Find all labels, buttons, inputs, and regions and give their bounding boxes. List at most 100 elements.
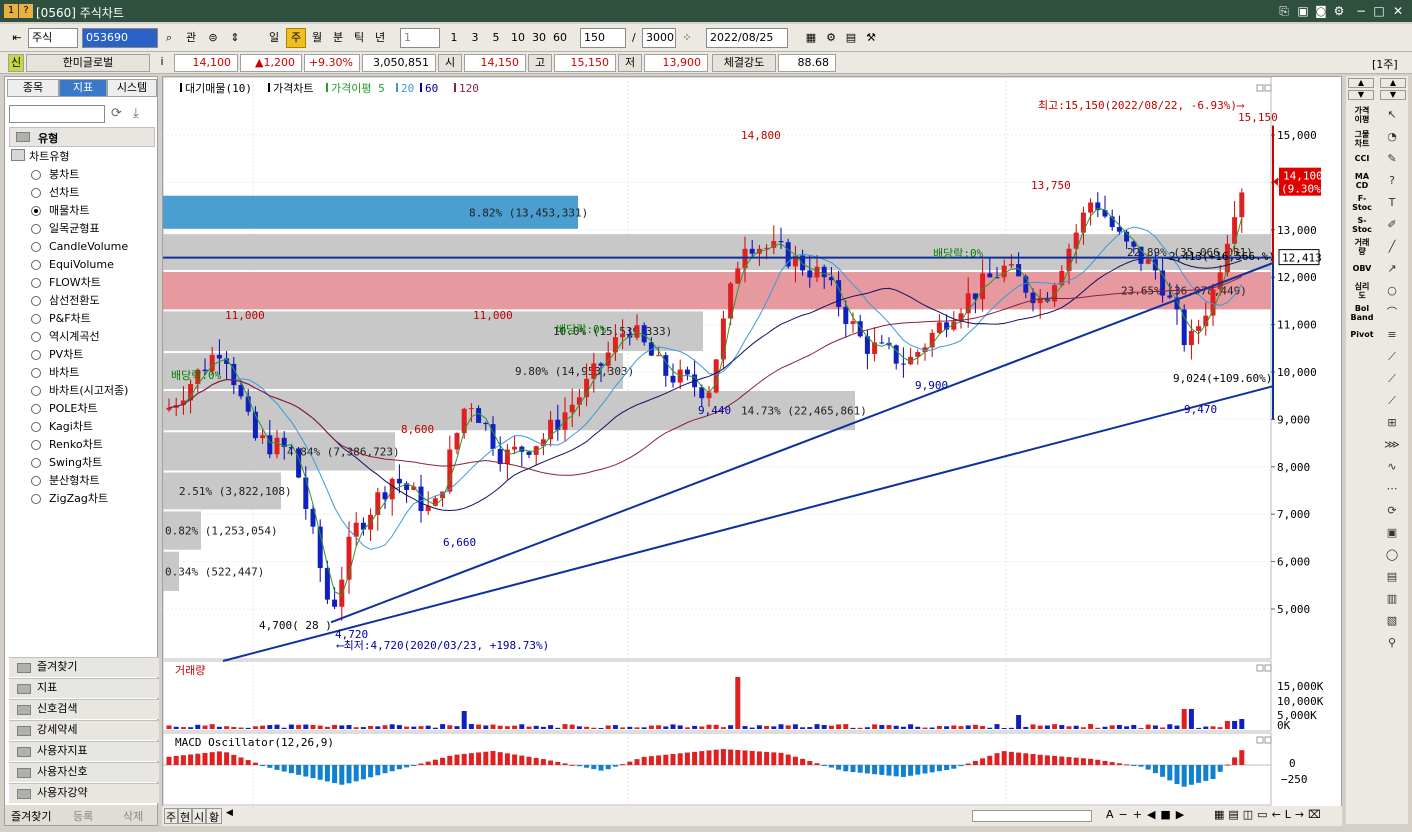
save-icon[interactable]: ▤ xyxy=(842,28,860,48)
refresh-icon[interactable]: ⊜ xyxy=(204,28,222,48)
indicator-button[interactable]: 가격 이평 xyxy=(1350,106,1374,124)
bars-icon[interactable]: ▥ xyxy=(1382,590,1402,608)
radio-icon[interactable] xyxy=(31,332,41,342)
indicator-button[interactable]: 그물 차트 xyxy=(1350,130,1374,148)
period-year[interactable]: 년 xyxy=(370,28,390,48)
group-item[interactable]: 즐겨찾기 xyxy=(9,657,159,677)
download-icon[interactable]: ⤓ xyxy=(133,106,139,121)
text-icon[interactable]: T xyxy=(1382,194,1402,212)
close-icon[interactable]: ✕ xyxy=(1390,3,1406,19)
nav-controls-icon[interactable]: A−+◀■▶ xyxy=(1106,808,1189,821)
indicator-button[interactable]: CCI xyxy=(1350,154,1374,163)
brush-icon[interactable]: ✐ xyxy=(1382,216,1402,234)
period-day[interactable]: 일 xyxy=(264,28,284,48)
radio-icon[interactable] xyxy=(31,242,41,252)
view-controls-icon[interactable]: ▦▤◫▭←L→⌧ xyxy=(1214,808,1325,821)
bottom-tab-3[interactable]: 황 xyxy=(206,808,222,824)
magnet-icon[interactable]: ◔ xyxy=(1382,128,1402,146)
radio-icon[interactable] xyxy=(31,476,41,486)
radio-icon[interactable] xyxy=(31,386,41,396)
tab-stock[interactable]: 종목 xyxy=(7,79,59,97)
tab-favorites[interactable]: 즐겨찾기 xyxy=(11,808,51,824)
period-minute[interactable]: 분 xyxy=(328,28,348,48)
scroll-left-icon[interactable]: ◀ xyxy=(226,808,233,818)
period-tick[interactable]: 틱 xyxy=(349,28,369,48)
indicator-button[interactable]: F- Stoc xyxy=(1350,194,1374,212)
scroll-up-icon[interactable]: ▲ xyxy=(1348,78,1374,88)
radio-icon[interactable] xyxy=(31,314,41,324)
group-item[interactable]: 신호검색 xyxy=(9,699,159,719)
indicator-button[interactable]: OBV xyxy=(1350,264,1374,273)
scroll-up2-icon[interactable]: ▲ xyxy=(1380,78,1406,88)
info-button[interactable]: i xyxy=(154,54,170,72)
date-select[interactable]: 2022/08/25 xyxy=(706,28,788,48)
scroll-down-icon[interactable]: ▼ xyxy=(1348,90,1374,100)
camera-icon[interactable]: ◙ xyxy=(1313,3,1329,19)
reload-icon[interactable]: ⟳ xyxy=(111,106,122,121)
grid-icon[interactable]: ⁘ xyxy=(678,28,696,48)
market-select[interactable]: 주식 xyxy=(28,28,78,48)
help-icon[interactable]: ? xyxy=(1382,172,1402,190)
step-3[interactable]: 3 xyxy=(466,28,484,48)
arc-icon[interactable]: ⌒ xyxy=(1382,304,1402,322)
gear-icon[interactable]: ⚙ xyxy=(1331,3,1347,19)
chart-area[interactable]: 15,00014,00013,00012,00011,00010,0009,00… xyxy=(162,76,1342,824)
tab-system[interactable]: 시스템 xyxy=(107,79,157,97)
scrollbar[interactable] xyxy=(972,810,1092,822)
indicator-button[interactable]: Bol Band xyxy=(1350,304,1374,322)
step-10[interactable]: 10 xyxy=(508,28,528,48)
pencil-icon[interactable]: ✎ xyxy=(1382,150,1402,168)
radio-icon[interactable] xyxy=(31,296,41,306)
hline-icon[interactable]: ≡ xyxy=(1382,326,1402,344)
chart-svg[interactable]: 15,00014,00013,00012,00011,00010,0009,00… xyxy=(162,76,1341,823)
period-month[interactable]: 월 xyxy=(307,28,327,48)
gwan-button[interactable]: 관 xyxy=(182,28,200,48)
pattern-icon[interactable]: ▧ xyxy=(1382,612,1402,630)
radio-icon[interactable] xyxy=(31,278,41,288)
indicator-button[interactable]: 거래 량 xyxy=(1350,238,1374,256)
channel-icon[interactable]: ⟋ xyxy=(1382,370,1402,388)
cycle-icon[interactable]: ⟳ xyxy=(1382,502,1402,520)
bottom-tab-1[interactable]: 현 xyxy=(178,808,192,824)
code-input[interactable]: 053690 xyxy=(82,28,158,48)
grid-icon[interactable]: ⊞ xyxy=(1382,414,1402,432)
circle-icon[interactable]: ○ xyxy=(1382,282,1402,300)
trend-icon[interactable]: ⟋ xyxy=(1382,348,1402,366)
group-item[interactable]: 사용자강약 xyxy=(9,783,159,803)
indicator-button[interactable]: Pivot xyxy=(1350,330,1374,339)
minimize-icon[interactable]: − xyxy=(1353,3,1369,19)
radio-icon[interactable] xyxy=(31,224,41,234)
fan-icon[interactable]: ⟋ xyxy=(1382,392,1402,410)
period-week[interactable]: 주 xyxy=(286,28,306,48)
bottom-tab-0[interactable]: 주 xyxy=(164,808,178,824)
help-icon[interactable]: ? xyxy=(19,4,33,18)
unit-select[interactable]: 1 xyxy=(400,28,440,48)
search-icon[interactable]: ⌕ xyxy=(160,28,178,48)
tab-delete[interactable]: 삭제 xyxy=(123,808,143,824)
radio-icon[interactable] xyxy=(31,350,41,360)
box-icon[interactable]: ▣ xyxy=(1382,524,1402,542)
copy-icon[interactable]: ▣ xyxy=(1295,3,1311,19)
radio-icon[interactable] xyxy=(31,206,41,216)
bottom-tab-2[interactable]: 시 xyxy=(192,808,206,824)
layout-icon[interactable]: ▦ xyxy=(802,28,820,48)
doc-icon[interactable]: ▤ xyxy=(1382,568,1402,586)
radio-icon[interactable] xyxy=(31,458,41,468)
step-30[interactable]: 30 xyxy=(529,28,549,48)
radio-icon[interactable] xyxy=(31,188,41,198)
group-item[interactable]: 강세약세 xyxy=(9,720,159,740)
step-5[interactable]: 5 xyxy=(487,28,505,48)
pin-icon[interactable]: ⎘ xyxy=(1276,3,1292,19)
tools-icon[interactable]: ⚒ xyxy=(862,28,880,48)
indicator-search-input[interactable] xyxy=(9,105,105,123)
total-input[interactable]: 3000 xyxy=(642,28,676,48)
indicator-button[interactable]: S- Stoc xyxy=(1350,216,1374,234)
fib-icon[interactable]: ⋙ xyxy=(1382,436,1402,454)
first-icon[interactable]: ⇤ xyxy=(8,28,26,48)
radio-icon[interactable] xyxy=(31,368,41,378)
tab-register[interactable]: 등록 xyxy=(73,808,93,824)
settings-icon[interactable]: ⚙ xyxy=(822,28,840,48)
ellipse-icon[interactable]: ◯ xyxy=(1382,546,1402,564)
group-item[interactable]: 지표 xyxy=(9,678,159,698)
radio-icon[interactable] xyxy=(31,494,41,504)
